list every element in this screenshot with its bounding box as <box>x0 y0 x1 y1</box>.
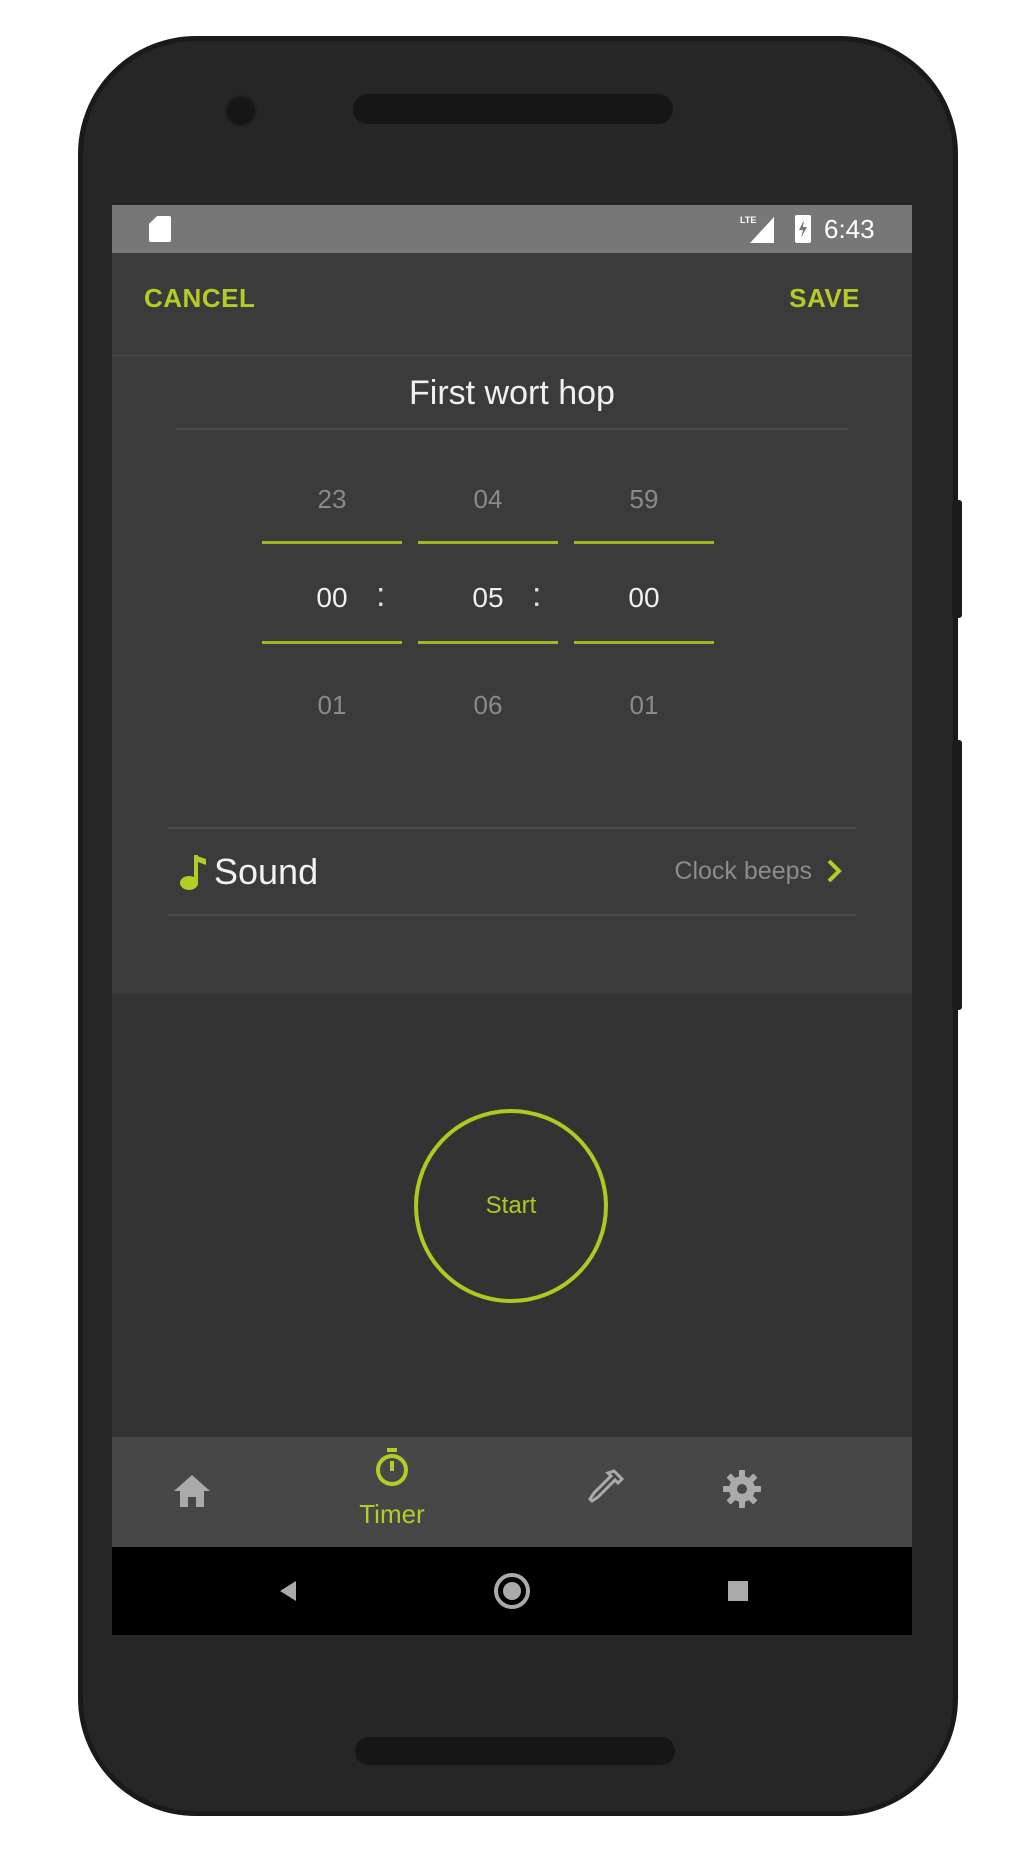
bottom-navigation: Timer <box>112 1437 912 1547</box>
nav-item-timer[interactable]: Timer <box>332 1437 452 1547</box>
minutes-highlight-top <box>418 541 558 544</box>
sound-label: Sound <box>214 851 319 892</box>
seconds-highlight-top <box>574 541 714 544</box>
volume-button <box>952 740 962 1010</box>
minutes-picker[interactable]: 04 05 06 <box>418 356 558 756</box>
back-icon[interactable] <box>276 1579 300 1603</box>
hours-picker[interactable]: 23 00 01 <box>262 356 402 756</box>
seconds-below[interactable]: 01 <box>574 690 714 721</box>
save-button[interactable]: SAVE <box>789 283 860 314</box>
dialog-toolbar: CANCEL SAVE <box>112 253 912 355</box>
earpiece-speaker <box>353 94 673 124</box>
chevron-right-icon <box>827 859 842 883</box>
nav-item-home[interactable] <box>142 1437 242 1547</box>
cancel-button[interactable]: CANCEL <box>144 283 255 314</box>
battery-icon <box>795 215 811 243</box>
power-button <box>952 500 962 618</box>
screen: LTE 6:43 CANCEL SAVE First wort hop 23 0… <box>112 205 912 1635</box>
nav-item-settings[interactable] <box>682 1437 802 1547</box>
home-circle-icon[interactable] <box>492 1571 532 1611</box>
sound-value: Clock beeps <box>674 857 812 885</box>
sd-card-icon <box>149 216 171 242</box>
status-bar: LTE 6:43 <box>112 205 912 253</box>
seconds-highlight-bottom <box>574 641 714 644</box>
clock: 6:43 <box>824 214 875 244</box>
nav-label-timer: Timer <box>359 1499 425 1529</box>
seconds-above[interactable]: 59 <box>574 484 714 515</box>
pipette-icon <box>588 1469 625 1503</box>
minutes-above[interactable]: 04 <box>418 484 558 515</box>
timer-editor-panel: First wort hop 23 00 01 : 04 05 06 : 59 … <box>112 355 912 994</box>
hours-above[interactable]: 23 <box>262 484 402 515</box>
start-button[interactable]: Start <box>414 1109 608 1303</box>
seconds-picker[interactable]: 59 00 01 <box>574 356 714 756</box>
music-note-icon <box>180 855 206 890</box>
hours-below[interactable]: 01 <box>262 690 402 721</box>
minutes-highlight-bottom <box>418 641 558 644</box>
minutes-seconds-separator: : <box>532 576 542 614</box>
hours-minutes-separator: : <box>376 576 386 614</box>
hours-highlight-bottom <box>262 641 402 644</box>
home-icon <box>174 1475 210 1507</box>
signal-icon: LTE <box>740 215 774 243</box>
sound-setting-row[interactable]: Sound Clock beeps <box>168 829 856 914</box>
front-camera <box>225 95 257 127</box>
gear-icon <box>723 1470 761 1508</box>
recents-icon[interactable] <box>726 1579 750 1603</box>
start-label: Start <box>485 1192 537 1219</box>
system-navigation-bar <box>112 1547 912 1635</box>
stopwatch-icon <box>376 1448 408 1486</box>
bottom-speaker <box>355 1737 675 1765</box>
hours-highlight-top <box>262 541 402 544</box>
nav-item-hydrometer[interactable] <box>552 1437 662 1547</box>
minutes-below[interactable]: 06 <box>418 690 558 721</box>
sound-divider-bottom <box>168 914 856 916</box>
seconds-selected[interactable]: 00 <box>574 582 714 614</box>
